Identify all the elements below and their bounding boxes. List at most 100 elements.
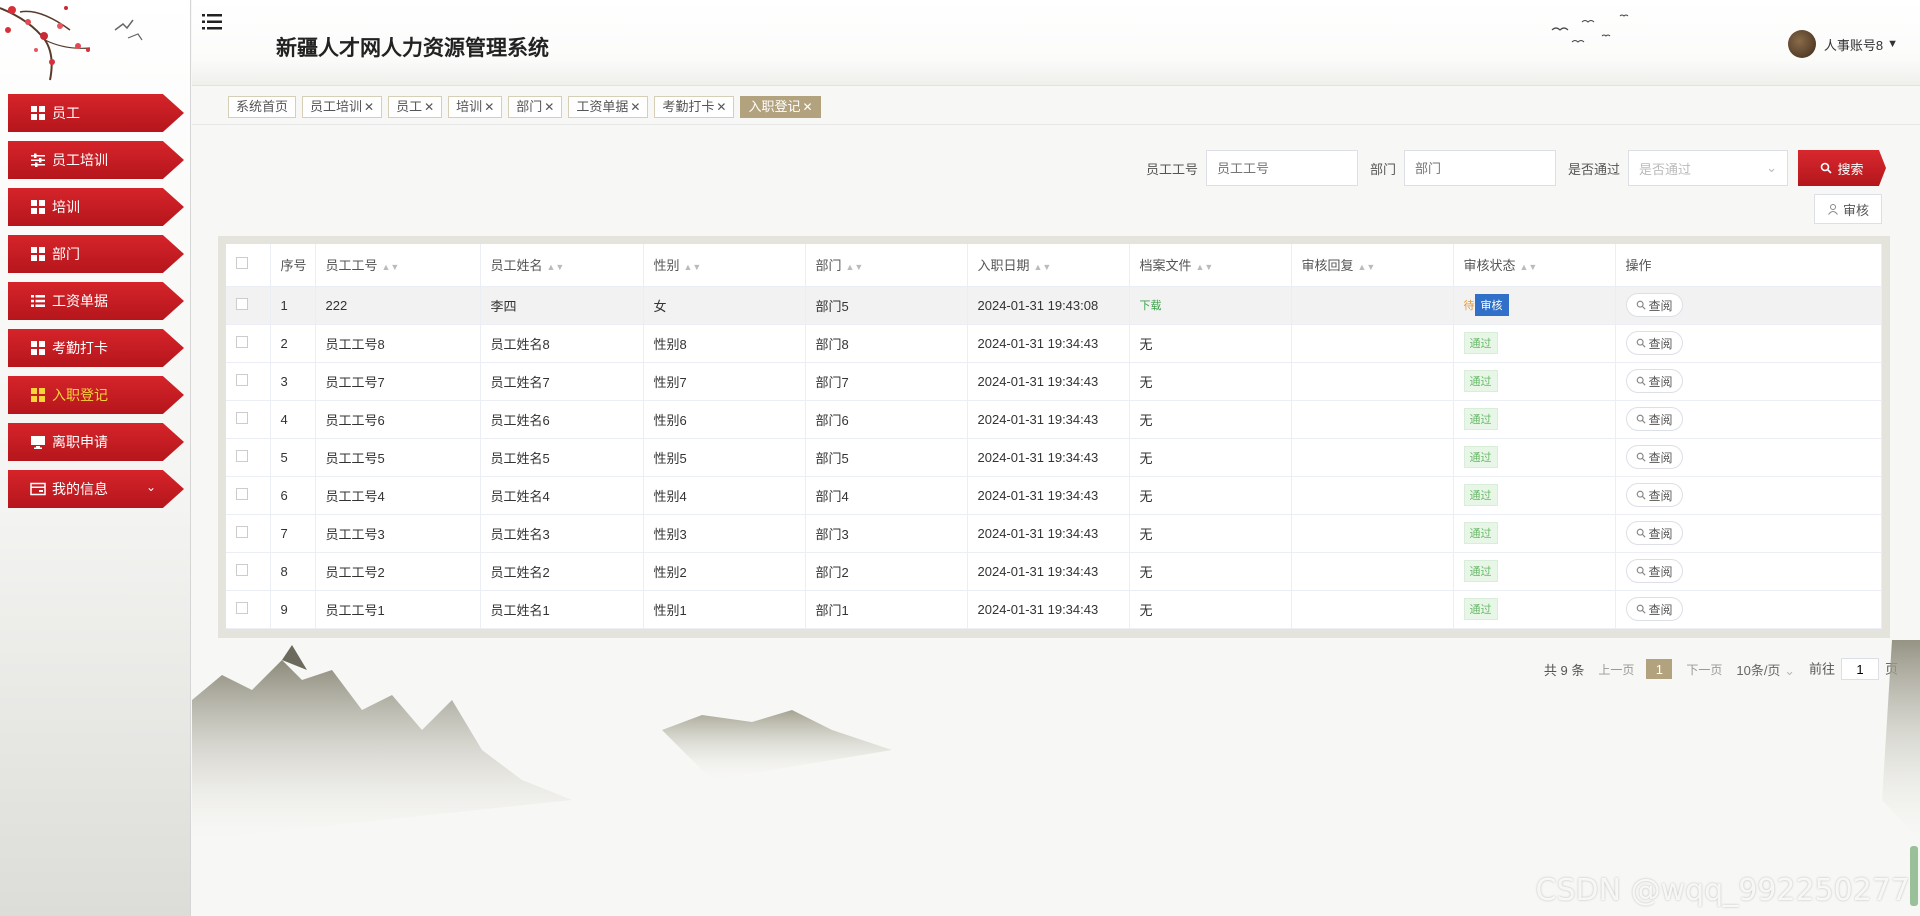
hamburger-menu-icon[interactable]	[200, 10, 224, 34]
sidebar-item-onboarding[interactable]: 入职登记	[8, 376, 184, 414]
cell-date: 2024-01-31 19:34:43	[967, 590, 1130, 629]
tag-training[interactable]: 培训 ✕	[448, 96, 503, 118]
sidebar-item-employee-training[interactable]: 员工培训	[8, 141, 184, 179]
view-button[interactable]: 查阅	[1625, 521, 1683, 545]
search-icon	[1636, 604, 1646, 614]
view-button-label: 查阅	[1648, 336, 1673, 351]
close-icon[interactable]: ✕	[424, 100, 434, 114]
passed-select[interactable]: 是否通过 ⌄	[1628, 150, 1788, 186]
view-button[interactable]: 查阅	[1625, 369, 1683, 393]
sort-icon[interactable]: ▲▼	[1358, 262, 1376, 272]
view-button[interactable]: 查阅	[1625, 483, 1683, 507]
view-button[interactable]: 查阅	[1625, 407, 1683, 431]
table-row[interactable]: 7 员工工号3 员工姓名3 性别3 部门3 2024-01-31 19:34:4…	[226, 514, 1882, 553]
row-checkbox[interactable]	[236, 525, 248, 538]
scrollbar-thumb[interactable]	[1910, 846, 1918, 906]
cell-file: 无	[1129, 476, 1292, 515]
column-header[interactable]: 性别 ▲▼	[643, 244, 806, 287]
cell-actions: 查阅	[1615, 324, 1882, 363]
sidebar-item-resignation[interactable]: 离职申请	[8, 423, 184, 461]
audit-button[interactable]: 审核	[1814, 194, 1882, 224]
user-icon	[1828, 204, 1838, 215]
table-row[interactable]: 1 222 李四 女 部门5 2024-01-31 19:43:08 下载 待审…	[226, 286, 1882, 325]
sort-icon[interactable]: ▲▼	[684, 262, 702, 272]
sidebar-item-payroll[interactable]: 工资单据	[8, 282, 184, 320]
dept-input[interactable]	[1403, 150, 1556, 186]
search-button[interactable]: 搜索	[1798, 150, 1886, 186]
row-checkbox[interactable]	[236, 411, 248, 424]
column-header[interactable]: 部门 ▲▼	[805, 244, 968, 287]
grid-icon	[31, 247, 45, 261]
close-icon[interactable]: ✕	[484, 100, 494, 114]
view-button[interactable]: 查阅	[1625, 331, 1683, 355]
tag-payroll[interactable]: 工资单据 ✕	[568, 96, 649, 118]
avatar	[1787, 30, 1816, 58]
tag-department[interactable]: 部门 ✕	[508, 96, 563, 118]
cell-status: 通过	[1453, 514, 1616, 553]
sort-icon[interactable]: ▲▼	[382, 262, 400, 272]
status-badge[interactable]: 审核	[1474, 294, 1509, 316]
emp-no-input[interactable]	[1205, 150, 1358, 186]
cell-dept: 部门2	[805, 552, 968, 591]
cell-gender: 性别2	[643, 552, 806, 591]
table-row[interactable]: 4 员工工号6 员工姓名6 性别6 部门6 2024-01-31 19:34:4…	[226, 400, 1882, 439]
csdn-watermark: CSDN @wqq_992250277	[1535, 873, 1910, 908]
row-checkbox[interactable]	[236, 297, 248, 310]
row-checkbox[interactable]	[236, 563, 248, 576]
table-row[interactable]: 5 员工工号5 员工姓名5 性别5 部门5 2024-01-31 19:34:4…	[226, 438, 1882, 477]
row-checkbox[interactable]	[236, 335, 248, 348]
cell-actions: 查阅	[1615, 400, 1882, 439]
download-link[interactable]: 下载	[1140, 300, 1162, 312]
row-checkbox[interactable]	[236, 449, 248, 462]
user-menu[interactable]: 人事账号8 ▼	[1787, 30, 1898, 58]
view-button[interactable]: 查阅	[1625, 445, 1683, 469]
column-header[interactable]: 审核状态 ▲▼	[1453, 244, 1616, 287]
cell-reply	[1291, 438, 1454, 477]
file-cell-text: 无	[1139, 374, 1153, 390]
table-container: 序号 员工工号 ▲▼ 员工姓名 ▲▼ 性别 ▲▼ 部门 ▲▼ 入职日期 ▲▼ 档案文件 ▲▼…	[218, 236, 1890, 638]
tag-employee-training[interactable]: 员工培训 ✕	[302, 96, 383, 118]
sort-icon[interactable]: ▲▼	[547, 262, 565, 272]
column-header[interactable]: 审核回复 ▲▼	[1291, 244, 1454, 287]
close-icon[interactable]: ✕	[364, 100, 374, 114]
table-row[interactable]: 8 员工工号2 员工姓名2 性别2 部门2 2024-01-31 19:34:4…	[226, 552, 1882, 591]
sort-icon[interactable]: ▲▼	[1196, 262, 1214, 272]
table-row[interactable]: 6 员工工号4 员工姓名4 性别4 部门4 2024-01-31 19:34:4…	[226, 476, 1882, 515]
column-header[interactable]: 档案文件 ▲▼	[1129, 244, 1292, 287]
close-icon[interactable]: ✕	[544, 100, 554, 114]
close-icon[interactable]: ✕	[630, 100, 640, 114]
sidebar-item-employee[interactable]: 员工	[8, 94, 184, 132]
cell-name: 员工姓名7	[480, 362, 644, 401]
table-row[interactable]: 9 员工工号1 员工姓名1 性别1 部门1 2024-01-31 19:34:4…	[226, 590, 1882, 629]
column-header[interactable]: 入职日期 ▲▼	[967, 244, 1130, 287]
cell-no: 3	[270, 362, 316, 401]
onboarding-table: 序号 员工工号 ▲▼ 员工姓名 ▲▼ 性别 ▲▼ 部门 ▲▼ 入职日期 ▲▼ 档案文件 ▲▼…	[226, 244, 1882, 629]
tag-home[interactable]: 系统首页	[228, 96, 297, 118]
row-checkbox[interactable]	[236, 487, 248, 500]
view-button[interactable]: 查阅	[1625, 559, 1683, 583]
sidebar-item-department[interactable]: 部门	[8, 235, 184, 273]
sidebar-item-label: 员工培训	[52, 152, 108, 168]
sidebar-item-attendance[interactable]: 考勤打卡	[8, 329, 184, 367]
row-checkbox[interactable]	[236, 373, 248, 386]
sort-icon[interactable]: ▲▼	[1034, 262, 1052, 272]
sort-icon[interactable]: ▲▼	[846, 262, 864, 272]
tag-employee[interactable]: 员工 ✕	[388, 96, 443, 118]
view-button[interactable]: 查阅	[1625, 597, 1683, 621]
close-icon[interactable]: ✕	[716, 100, 726, 114]
tag-attendance[interactable]: 考勤打卡 ✕	[654, 96, 735, 118]
sort-icon[interactable]: ▲▼	[1520, 262, 1538, 272]
cell-file: 无	[1129, 514, 1292, 553]
file-cell-text: 无	[1139, 412, 1153, 428]
column-header[interactable]: 员工姓名 ▲▼	[480, 244, 644, 287]
sidebar-item-training[interactable]: 培训	[8, 188, 184, 226]
table-row[interactable]: 3 员工工号7 员工姓名7 性别7 部门7 2024-01-31 19:34:4…	[226, 362, 1882, 401]
table-row[interactable]: 2 员工工号8 员工姓名8 性别8 部门8 2024-01-31 19:34:4…	[226, 324, 1882, 363]
sidebar-item-my-info[interactable]: 我的信息 ⌄	[8, 470, 184, 508]
view-button[interactable]: 查阅	[1625, 293, 1683, 317]
column-header[interactable]: 员工工号 ▲▼	[315, 244, 481, 287]
select-all-checkbox[interactable]	[236, 257, 248, 270]
row-checkbox[interactable]	[236, 601, 248, 614]
tag-onboarding[interactable]: 入职登记 ✕	[740, 96, 821, 118]
close-icon[interactable]: ✕	[803, 100, 813, 114]
